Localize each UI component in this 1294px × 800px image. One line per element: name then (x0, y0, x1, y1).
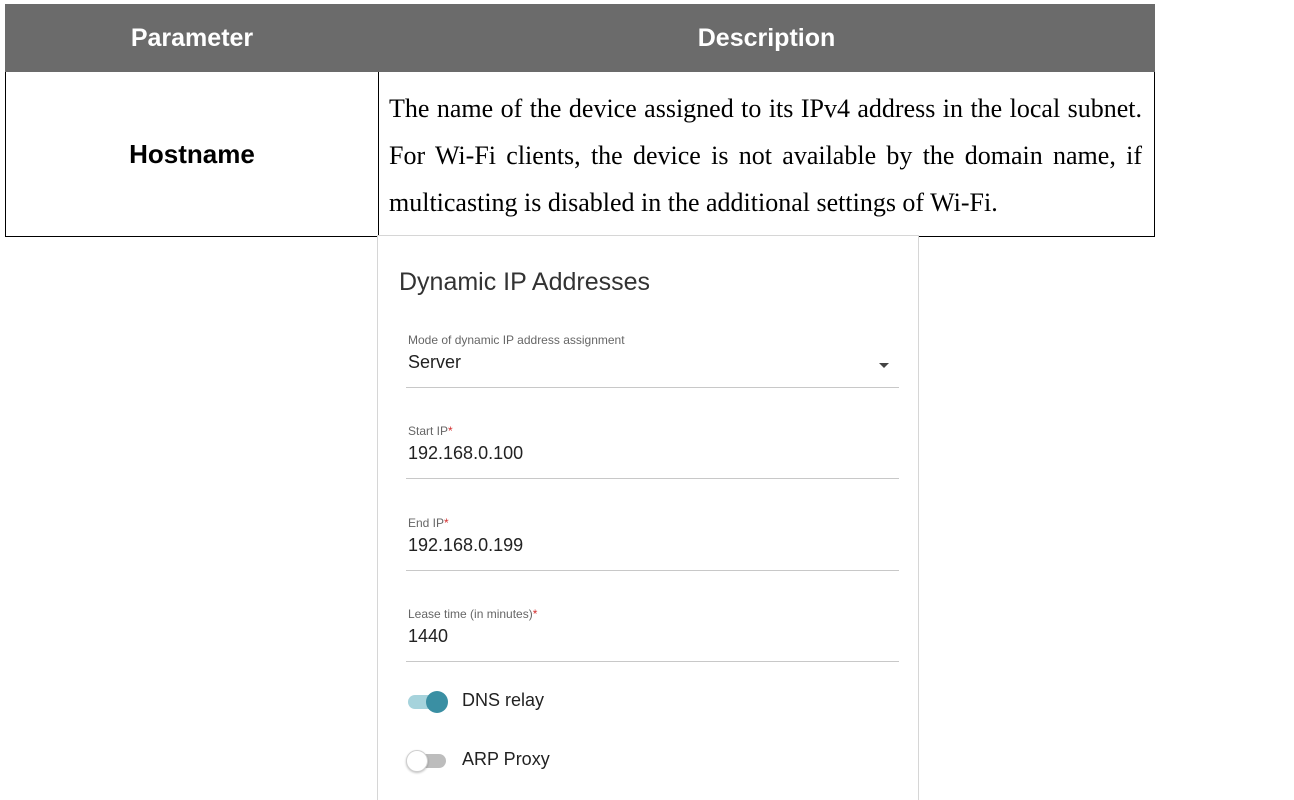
start-ip-label: Start IP* (408, 424, 453, 438)
end-ip-label: End IP* (408, 516, 449, 530)
lease-time-label: Lease time (in minutes)* (408, 607, 538, 621)
table-header-row: Parameter Description (5, 4, 1155, 72)
required-mark: * (448, 424, 453, 438)
dynamic-ip-settings-card: Dynamic IP Addresses Mode of dynamic IP … (377, 235, 919, 800)
start-ip-field[interactable]: Start IP* 192.168.0.100 (406, 424, 899, 479)
card-title: Dynamic IP Addresses (399, 268, 651, 296)
parameter-name: Hostname (5, 71, 379, 237)
end-ip-value[interactable]: 192.168.0.199 (408, 535, 523, 556)
arp-proxy-label: ARP Proxy (462, 749, 550, 769)
dns-relay-label: DNS relay (462, 690, 545, 710)
header-parameter: Parameter (5, 4, 379, 72)
lease-time-value[interactable]: 1440 (408, 626, 448, 647)
end-ip-field[interactable]: End IP* 192.168.0.199 (406, 516, 899, 571)
mode-select[interactable]: Mode of dynamic IP address assignment Se… (406, 333, 899, 388)
chevron-down-icon[interactable] (879, 363, 889, 368)
arp-proxy-toggle[interactable]: ARP Proxy (406, 746, 808, 774)
toggle-knob[interactable] (426, 691, 448, 713)
mode-select-label: Mode of dynamic IP address assignment (408, 333, 625, 347)
lease-time-field[interactable]: Lease time (in minutes)* 1440 (406, 607, 899, 662)
table-row: Hostname The name of the device assigned… (5, 71, 1155, 237)
start-ip-value[interactable]: 192.168.0.100 (408, 443, 523, 464)
header-description: Description (378, 4, 1155, 72)
parameter-description: The name of the device assigned to its I… (378, 71, 1155, 237)
toggle-knob[interactable] (406, 750, 428, 772)
mode-select-value: Server (408, 352, 462, 372)
dns-relay-toggle[interactable]: DNS relay (408, 687, 808, 715)
required-mark: * (532, 607, 538, 621)
parameter-table: Parameter Description Hostname The name … (5, 4, 1155, 237)
required-mark: * (444, 516, 449, 530)
